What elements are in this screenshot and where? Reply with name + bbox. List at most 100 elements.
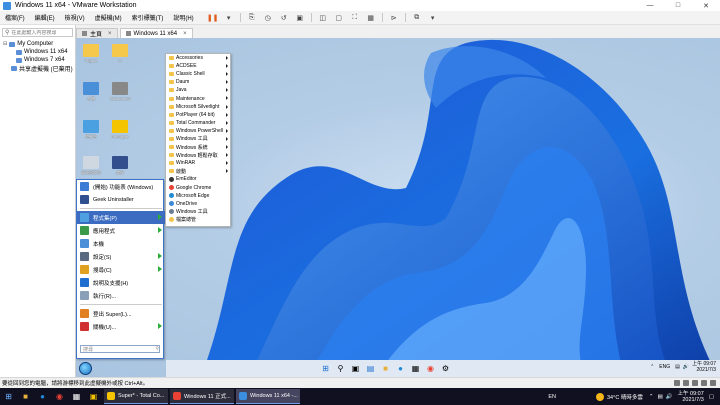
network-icon[interactable]: ▤ [675, 364, 680, 370]
snapshot-icon[interactable]: ◷ [262, 12, 274, 23]
start-menu-item[interactable]: 應用程式 [77, 224, 165, 237]
volume-icon[interactable]: 🔊 [666, 394, 673, 400]
submenu-app-item[interactable]: EmEditor [166, 175, 230, 183]
host-task-button[interactable]: Windows 11 x64 -... [236, 389, 300, 404]
library-icon[interactable]: ◫ [317, 12, 329, 23]
close-tab-icon[interactable]: × [108, 31, 112, 37]
submenu-app-item[interactable]: Google Chrome [166, 184, 230, 192]
submenu-folder-item[interactable]: WinRAR [166, 159, 230, 167]
desktop-icon-this-pc[interactable]: 本機 [78, 82, 104, 102]
submenu-app-item[interactable]: 檔案總管 [166, 216, 230, 224]
submenu-folder-item[interactable]: Maintenance [166, 94, 230, 102]
desktop-icon-save[interactable]: 儲存 [107, 156, 133, 176]
store-icon[interactable]: ▦ [410, 363, 421, 374]
host-task-button[interactable]: Super* - Total Co... [104, 389, 168, 404]
submenu-folder-item[interactable]: ACDSEE [166, 62, 230, 70]
submenu-folder-item[interactable]: Microsoft Silverlight [166, 103, 230, 111]
tray-chevron-icon[interactable]: ⌃ [650, 364, 654, 370]
file-explorer-icon[interactable]: ■ [380, 363, 391, 374]
library-search-input[interactable] [11, 29, 70, 36]
tray-chevron-icon[interactable]: ⌃ [649, 394, 654, 400]
start-menu-item[interactable]: 關機(U)... [77, 320, 165, 333]
snapshot-manager-icon[interactable]: ▣ [294, 12, 306, 23]
menu-tabs[interactable]: 索引標籤(T) [127, 13, 169, 22]
submenu-folder-item[interactable]: Daum [166, 78, 230, 86]
start-orb-icon[interactable] [79, 362, 92, 375]
host-input-language[interactable]: EN [548, 394, 556, 400]
host-clock[interactable]: 上午 09:07 2021/7/3 [678, 391, 704, 403]
thumbnail-icon[interactable]: ▢ [333, 12, 345, 23]
network-adapter-icon[interactable] [692, 380, 698, 386]
network-icon[interactable]: ▤ [657, 394, 662, 400]
sound-icon[interactable] [710, 380, 716, 386]
menu-file[interactable]: 檔案(F) [0, 13, 30, 22]
start-menu-item[interactable]: 設定(S) [77, 250, 165, 263]
start-menu-item[interactable]: 說明及支援(H) [77, 276, 165, 289]
close-tab-icon[interactable]: × [183, 31, 187, 37]
start-menu-item[interactable]: (開始) 功能表 (Windows) [77, 180, 165, 193]
submenu-folder-item[interactable]: Windows 系統 [166, 143, 230, 151]
usb-icon[interactable] [701, 380, 707, 386]
volume-icon[interactable]: 🔊 [683, 364, 689, 370]
start-menu-item[interactable]: 搜尋(C) [77, 263, 165, 276]
revert-snapshot-icon[interactable]: ↺ [278, 12, 290, 23]
start-menu-item[interactable]: Geek Uninstaller [77, 193, 165, 206]
tree-item-my-computer[interactable]: ⊟ My Computer [0, 40, 75, 48]
start-menu-item[interactable]: 登出 Super(L)... [77, 307, 165, 320]
weather-text[interactable]: 34°C 晴時多雲 [607, 393, 643, 401]
chrome-icon[interactable]: ◉ [53, 390, 67, 404]
edge-icon[interactable]: ● [395, 363, 406, 374]
tab-home[interactable]: 主頁 × [76, 28, 118, 38]
desktop-icon-recycle-bin[interactable]: 資源回收筒 [78, 156, 104, 176]
windows-start-icon[interactable]: ⊞ [320, 363, 331, 374]
desktop-icon-0[interactable]: 0 [107, 44, 133, 63]
host-task-button[interactable]: Windows 11 正式... [170, 389, 234, 404]
submenu-app-item[interactable]: Microsoft Edge [166, 192, 230, 200]
desktop-icon-potplayer[interactable]: PotPlayer [107, 120, 133, 139]
close-icon[interactable]: ✕ [692, 0, 720, 11]
menu-help[interactable]: 說明(H) [168, 13, 198, 22]
start-menu-item[interactable]: 執行(R)... [77, 289, 165, 302]
windows-start-icon[interactable]: ⊞ [2, 390, 16, 404]
submenu-folder-item[interactable]: Windows 輕鬆存取 [166, 151, 230, 159]
submenu-folder-item[interactable]: Windows 工具 [166, 135, 230, 143]
submenu-folder-item[interactable]: Windows PowerShell [166, 127, 230, 135]
submenu-folder-item[interactable]: Classic Shell [166, 70, 230, 78]
chrome-icon[interactable]: ◉ [425, 363, 436, 374]
start-menu-search[interactable]: 搜尋 ⚲ [80, 345, 160, 353]
calculator-icon[interactable]: ▦ [70, 390, 84, 404]
submenu-folder-item[interactable]: 啟動 [166, 167, 230, 175]
task-view-icon[interactable]: ▣ [350, 363, 361, 374]
menu-vm[interactable]: 虛擬機(M) [90, 13, 127, 22]
settings-icon[interactable]: ⚙ [440, 363, 451, 374]
start-menu-item[interactable]: 本機 [77, 237, 165, 250]
dropdown-icon[interactable]: ▾ [223, 12, 235, 23]
vm-display[interactable]: Virgule 0 本機 TotalCmd64 控制台 PotPlayer 資源… [76, 38, 720, 377]
menu-view[interactable]: 檢視(V) [60, 13, 90, 22]
menu-edit[interactable]: 編輯(E) [30, 13, 60, 22]
send-ctrl-alt-del-icon[interactable]: ⎘ [246, 12, 258, 23]
notes-icon[interactable]: ▣ [87, 390, 101, 404]
minimize-icon[interactable]: — [636, 0, 664, 11]
full-screen-icon[interactable]: ⛶ [349, 12, 361, 23]
cdrom-icon[interactable] [683, 380, 689, 386]
edge-icon[interactable]: ● [36, 390, 50, 404]
start-menu-item[interactable]: 程式集(P) [77, 211, 165, 224]
console-icon[interactable]: ⊳ [388, 12, 400, 23]
hdd-icon[interactable] [674, 380, 680, 386]
collapse-icon[interactable]: ⊟ [3, 41, 7, 47]
search-icon[interactable]: ⚲ [335, 363, 346, 374]
stretch-dropdown-icon[interactable]: ▾ [427, 12, 439, 23]
desktop-icon-totalcmd[interactable]: TotalCmd64 [107, 82, 133, 101]
explorer-icon[interactable]: ■ [19, 390, 33, 404]
submenu-folder-item[interactable]: Total Commander [166, 119, 230, 127]
desktop-icon-control-panel[interactable]: 控制台 [78, 120, 104, 140]
submenu-folder-item[interactable]: PotPlayer (64 bit) [166, 111, 230, 119]
tree-item-windows-11[interactable]: Windows 11 x64 [0, 48, 75, 56]
pause-icon[interactable]: ❚❚ [207, 12, 219, 23]
submenu-folder-item[interactable]: Accessories [166, 54, 230, 62]
submenu-folder-item[interactable]: Java [166, 86, 230, 94]
notification-icon[interactable]: ▢ [709, 394, 714, 400]
submenu-app-item[interactable]: OneDrive [166, 200, 230, 208]
tab-windows-11[interactable]: Windows 11 x64 × [119, 28, 193, 38]
